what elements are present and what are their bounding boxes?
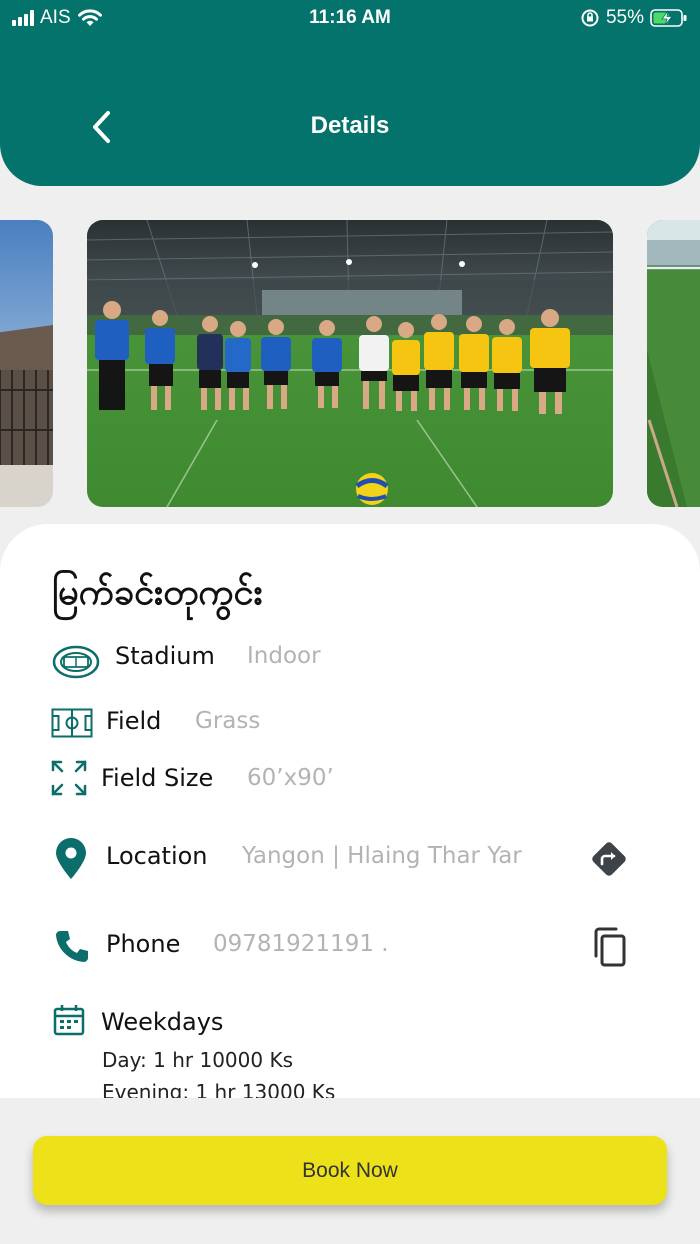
directions-icon [592, 842, 626, 876]
field-value: Grass [195, 708, 261, 734]
location-pin-icon [56, 838, 86, 879]
gallery-photo-current[interactable] [87, 220, 613, 507]
battery-charging-icon [650, 9, 687, 27]
status-right: 55% [580, 7, 688, 29]
team-photo-image [87, 220, 613, 507]
field-size-value: 60’x90’ [247, 765, 334, 791]
field-size-label: Field Size [101, 764, 214, 792]
venue-name: မြက်ခင်းတုကွင်း [52, 572, 263, 613]
field-label: Field [106, 707, 162, 735]
expand-icon [51, 760, 87, 796]
book-now-button[interactable]: Book Now [33, 1136, 667, 1205]
details-card: မြက်ခင်းတုကွင်း Stadium Indoor Field Gra… [0, 524, 700, 1098]
phone-icon [56, 931, 88, 962]
copy-icon [594, 927, 626, 967]
location-label: Location [106, 842, 208, 870]
orientation-lock-icon [581, 9, 599, 27]
phone-label: Phone [106, 930, 181, 958]
status-bar: AIS 11:16 AM 55% [0, 0, 700, 36]
stadium-value: Indoor [247, 643, 321, 669]
evening-rate: Evening: 1 hr 13000 Ks [102, 1080, 336, 1098]
copy-phone-button[interactable] [590, 926, 628, 972]
weekdays-label: Weekdays [101, 1008, 224, 1036]
day-rate: Day: 1 hr 10000 Ks [102, 1048, 293, 1072]
stadium-icon [52, 645, 100, 679]
battery-percent: 55% [605, 7, 644, 28]
football [355, 473, 389, 505]
photo-previous-image [0, 220, 53, 507]
page-title: Details [310, 112, 390, 139]
photo-next-image [647, 220, 700, 507]
directions-button[interactable] [588, 838, 630, 884]
phone-value: 09781921191 . [213, 931, 389, 957]
gallery-photo-previous[interactable] [0, 220, 53, 507]
stadium-label: Stadium [115, 642, 215, 670]
header-bar: AIS 11:16 AM 55% Details [0, 0, 700, 186]
location-value: Yangon | Hlaing Thar Yar [242, 843, 522, 869]
details-screen: AIS 11:16 AM 55% Details မြက်ခင်းတုကွင်း… [0, 0, 700, 1244]
soccer-field-icon [51, 708, 93, 738]
gallery-photo-next[interactable] [647, 220, 700, 507]
calendar-icon [53, 1005, 85, 1036]
